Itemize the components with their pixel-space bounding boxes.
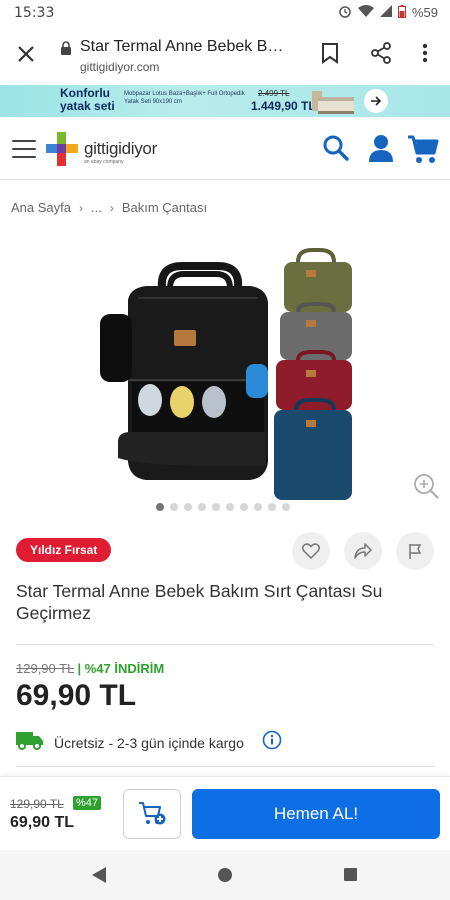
site-logo[interactable]: gittigidiyor an ebay company xyxy=(44,130,174,170)
promo-description: Mobpazar Lotus Baza+Başlık+ Full Ortoped… xyxy=(124,91,245,105)
home-icon[interactable] xyxy=(218,868,232,882)
browser-toolbar: Star Termal Anne Bebek B… gittigidiyor.c… xyxy=(0,26,450,84)
status-time: 15:33 xyxy=(14,5,55,21)
bottom-old-price: 129,90 TL xyxy=(10,797,64,811)
gallery-dot[interactable] xyxy=(212,503,220,511)
back-icon[interactable] xyxy=(92,867,106,888)
logo-subtext: an ebay company xyxy=(84,159,124,165)
battery-icon xyxy=(397,4,406,21)
gallery-dot[interactable] xyxy=(156,503,164,511)
favorite-button[interactable] xyxy=(292,532,330,570)
shipping-info: Ücretsiz - 2-3 gün içinde kargo xyxy=(16,730,282,755)
gallery-dot[interactable] xyxy=(254,503,262,511)
chevron-right-icon: › xyxy=(79,200,83,215)
account-icon[interactable] xyxy=(368,134,394,162)
status-bar: 15:33 %59 xyxy=(0,0,450,26)
price-discount-row: 129,90 TL | %47 İNDİRİM xyxy=(16,661,164,676)
breadcrumb-item-ellipsis[interactable]: ... xyxy=(91,200,102,215)
info-icon[interactable] xyxy=(262,730,282,755)
promo-banner[interactable]: Konforlu yatak seti Mobpazar Lotus Baza+… xyxy=(0,85,450,117)
search-icon[interactable] xyxy=(322,134,350,162)
chevron-right-icon: › xyxy=(109,200,114,215)
gallery-dot[interactable] xyxy=(198,503,206,511)
product-image xyxy=(100,248,352,500)
share-icon[interactable] xyxy=(370,42,392,64)
deal-badge: Yıldız Fırsat xyxy=(16,538,112,562)
buy-now-button[interactable]: Hemen AL! xyxy=(192,789,440,839)
add-to-cart-button[interactable] xyxy=(123,789,181,839)
share-product-button[interactable] xyxy=(344,532,382,570)
zoom-icon[interactable] xyxy=(412,472,440,500)
cart-icon[interactable] xyxy=(407,134,439,164)
wifi-icon xyxy=(357,5,374,20)
battery-level: %59 xyxy=(411,5,438,20)
shipping-text: Ücretsiz - 2-3 gün içinde kargo xyxy=(54,734,244,751)
purchase-bar: 129,90 TL %47 69,90 TL Hemen AL! xyxy=(0,776,450,850)
close-icon[interactable] xyxy=(14,42,38,66)
alarm-icon xyxy=(338,4,352,21)
system-nav-bar xyxy=(0,850,450,900)
promo-new-price: 1.449,90 TL xyxy=(251,99,316,113)
breadcrumb-item-home[interactable]: Ana Sayfa xyxy=(11,200,71,215)
divider xyxy=(16,644,434,645)
gallery-pagination[interactable] xyxy=(156,503,290,511)
signal-icon xyxy=(379,5,392,20)
menu-icon[interactable] xyxy=(12,140,36,158)
breadcrumb: Ana Sayfa › ... › Bakım Çantası xyxy=(11,200,207,215)
discount-text: | %47 İNDİRİM xyxy=(77,661,165,676)
gallery-dot[interactable] xyxy=(282,503,290,511)
gallery-dot[interactable] xyxy=(268,503,276,511)
old-price: 129,90 TL xyxy=(16,661,74,676)
promo-old-price: 2.499 TL xyxy=(258,89,290,98)
gallery-dot[interactable] xyxy=(170,503,178,511)
browser-url[interactable]: gittigidiyor.com xyxy=(80,60,159,74)
site-header: gittigidiyor an ebay company xyxy=(0,118,450,180)
gallery-dot[interactable] xyxy=(240,503,248,511)
gallery-dot[interactable] xyxy=(226,503,234,511)
current-price: 69,90 TL xyxy=(16,679,137,712)
promo-arrow-button[interactable] xyxy=(364,89,388,113)
add-to-cart-icon xyxy=(139,802,166,825)
promo-title: Konforlu yatak seti xyxy=(60,86,115,113)
product-title: Star Termal Anne Bebek Bakım Sırt Çantas… xyxy=(16,581,383,623)
gallery-dot[interactable] xyxy=(184,503,192,511)
report-button[interactable] xyxy=(396,532,434,570)
flag-icon xyxy=(409,544,422,559)
lock-icon xyxy=(60,41,72,55)
share-arrow-icon xyxy=(354,543,372,559)
status-icons: %59 xyxy=(338,4,438,21)
truck-icon xyxy=(16,730,44,755)
breadcrumb-item-current[interactable]: Bakım Çantası xyxy=(122,200,207,215)
bookmark-icon[interactable] xyxy=(320,42,340,64)
promo-bed-image xyxy=(310,87,356,115)
more-vert-icon[interactable] xyxy=(418,42,432,64)
heart-icon xyxy=(302,543,320,559)
logo-mark-icon xyxy=(46,132,78,166)
browser-page-title[interactable]: Star Termal Anne Bebek B… xyxy=(80,38,295,56)
bottom-price: 69,90 TL xyxy=(10,814,75,831)
product-gallery[interactable] xyxy=(0,240,450,515)
divider xyxy=(16,766,434,767)
bottom-discount-badge: %47 xyxy=(73,796,102,810)
logo-text: gittigidiyor xyxy=(84,139,157,158)
recent-apps-icon[interactable] xyxy=(344,868,357,881)
